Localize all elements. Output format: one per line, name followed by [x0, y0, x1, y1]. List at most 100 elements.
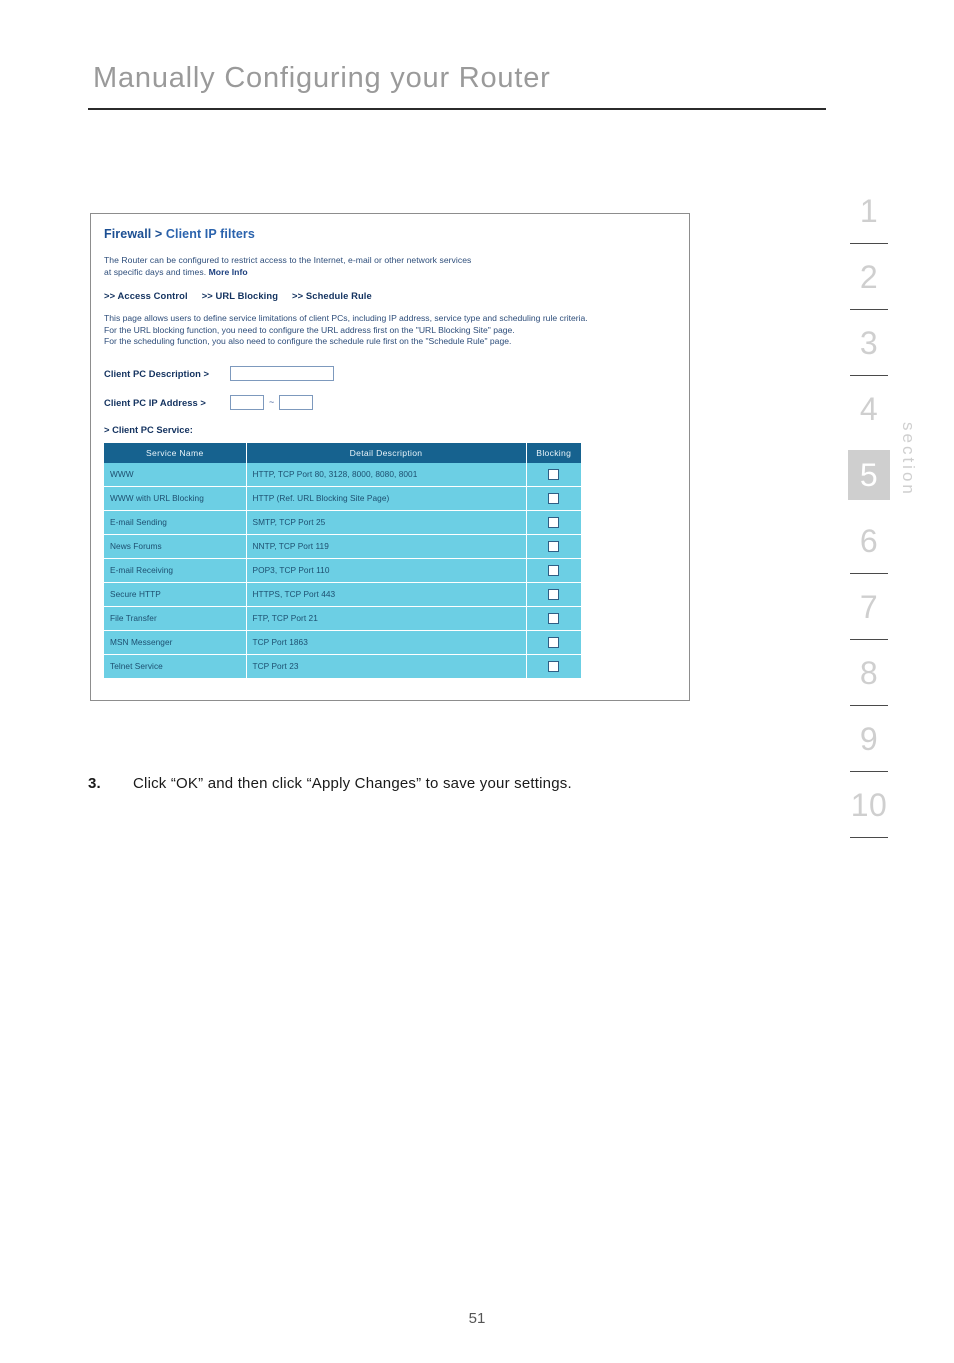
cell-service-name: News Forums — [104, 534, 247, 559]
blocking-checkbox[interactable] — [547, 589, 559, 601]
section-rail-item-6[interactable]: 6 — [848, 516, 890, 582]
section-rail-item-2[interactable]: 2 — [848, 252, 890, 318]
cell-blocking — [526, 462, 581, 487]
cell-service-name: Telnet Service — [104, 654, 247, 679]
section-rail-number: 5 — [848, 450, 890, 500]
breadcrumb: Firewall > Client IP filters — [104, 227, 673, 241]
column-header-blocking: Blocking — [526, 442, 581, 463]
cell-detail-description: FTP, TCP Port 21 — [246, 606, 527, 631]
cell-service-name: E-mail Receiving — [104, 558, 247, 583]
cell-service-name: WWW — [104, 462, 247, 487]
client-pc-description-input[interactable] — [230, 365, 334, 381]
cell-detail-description: TCP Port 1863 — [246, 630, 527, 655]
table-row: E-mail Sending SMTP, TCP Port 25 — [104, 510, 581, 535]
section-rail-divider — [850, 771, 888, 772]
section-rail-item-7[interactable]: 7 — [848, 582, 890, 648]
section-rail-divider — [850, 705, 888, 706]
section-rail-item-1[interactable]: 1 — [848, 186, 890, 252]
section-rail-divider — [850, 375, 888, 376]
breadcrumb-secondary: Client IP filters — [165, 227, 255, 241]
section-rail-number: 7 — [859, 589, 879, 625]
section-rail-number: 9 — [859, 721, 879, 757]
ip-range-separator: ~ — [269, 397, 275, 408]
intro-line-2: at specific days and times. — [104, 266, 209, 277]
nav-link-access-control[interactable]: >> Access Control — [104, 290, 188, 301]
cell-detail-description: HTTPS, TCP Port 443 — [246, 582, 527, 607]
section-rail-divider — [850, 573, 888, 574]
client-pc-description-row: Client PC Description > — [104, 365, 673, 381]
service-table: Service Name Detail Description Blocking… — [104, 442, 581, 679]
cell-detail-description: POP3, TCP Port 110 — [246, 558, 527, 583]
section-rail-number: 1 — [859, 193, 879, 229]
router-ui-screenshot: Firewall > Client IP filters The Router … — [90, 213, 690, 701]
cell-detail-description: HTTP, TCP Port 80, 3128, 8000, 8080, 800… — [246, 462, 527, 487]
breadcrumb-separator: > — [151, 227, 166, 241]
blocking-checkbox[interactable] — [547, 661, 559, 673]
cell-service-name: Secure HTTP — [104, 582, 247, 607]
blocking-checkbox[interactable] — [547, 541, 559, 553]
client-pc-ip-row: Client PC IP Address > ~ — [104, 394, 673, 410]
section-rail-divider — [850, 837, 888, 838]
cell-blocking — [526, 582, 581, 607]
section-rail-number: 4 — [859, 391, 879, 427]
section-rail-divider — [850, 309, 888, 310]
cell-detail-description: NNTP, TCP Port 119 — [246, 534, 527, 559]
description-line-1: This page allows users to define service… — [104, 313, 588, 324]
table-row: Secure HTTP HTTPS, TCP Port 443 — [104, 582, 581, 607]
table-row: News Forums NNTP, TCP Port 119 — [104, 534, 581, 559]
client-pc-ip-start-input[interactable] — [230, 394, 264, 410]
cell-detail-description: HTTP (Ref. URL Blocking Site Page) — [246, 486, 527, 511]
section-rail-number: 3 — [859, 325, 879, 361]
breadcrumb-primary[interactable]: Firewall — [104, 227, 151, 241]
table-row: E-mail Receiving POP3, TCP Port 110 — [104, 558, 581, 583]
section-rail-divider — [850, 639, 888, 640]
intro-line-1: The Router can be configured to restrict… — [104, 255, 472, 265]
cell-blocking — [526, 654, 581, 679]
cell-blocking — [526, 510, 581, 535]
client-pc-description-label: Client PC Description > — [104, 367, 210, 379]
page-title: Manually Configuring your Router — [93, 62, 551, 94]
blocking-checkbox[interactable] — [547, 637, 559, 649]
intro-paragraph: The Router can be configured to restrict… — [104, 255, 673, 278]
blocking-checkbox[interactable] — [547, 565, 559, 577]
section-rail-number: 6 — [859, 523, 879, 559]
section-rail-item-8[interactable]: 8 — [848, 648, 890, 714]
section-rail: 1 2 3 4 5 6 7 8 9 10 — [848, 186, 890, 846]
page-number: 51 — [468, 1310, 486, 1327]
section-rail-item-5[interactable]: 5 — [848, 450, 890, 516]
cell-blocking — [526, 534, 581, 559]
table-row: File Transfer FTP, TCP Port 21 — [104, 606, 581, 631]
client-pc-service-label: > Client PC Service: — [104, 423, 193, 435]
section-rail-item-4[interactable]: 4 — [848, 384, 890, 450]
client-pc-ip-label: Client PC IP Address > — [104, 396, 206, 408]
cell-blocking — [526, 558, 581, 583]
section-rail-label: section — [899, 422, 918, 497]
description-paragraph: This page allows users to define service… — [104, 313, 673, 348]
blocking-checkbox[interactable] — [547, 493, 559, 505]
section-rail-item-10[interactable]: 10 — [848, 780, 890, 846]
cell-service-name: File Transfer — [104, 606, 247, 631]
column-header-service-name: Service Name — [104, 442, 247, 463]
section-rail-number: 8 — [859, 655, 879, 691]
blocking-checkbox[interactable] — [547, 517, 559, 529]
more-info-link[interactable]: More Info — [209, 267, 248, 277]
section-rail-item-9[interactable]: 9 — [848, 714, 890, 780]
blocking-checkbox[interactable] — [547, 613, 559, 625]
section-rail-divider — [850, 243, 888, 244]
cell-detail-description: SMTP, TCP Port 25 — [246, 510, 527, 535]
cell-blocking — [526, 606, 581, 631]
cell-blocking — [526, 486, 581, 511]
blocking-checkbox[interactable] — [547, 469, 559, 481]
section-rail-number: 2 — [859, 259, 879, 295]
table-row: MSN Messenger TCP Port 1863 — [104, 630, 581, 655]
cell-blocking — [526, 630, 581, 655]
cell-service-name: WWW with URL Blocking — [104, 486, 247, 511]
nav-link-schedule-rule[interactable]: >> Schedule Rule — [292, 290, 372, 301]
client-pc-ip-end-input[interactable] — [279, 394, 314, 410]
sub-nav-links: >> Access Control >> URL Blocking >> Sched… — [104, 290, 673, 301]
nav-link-url-blocking[interactable]: >> URL Blocking — [202, 290, 278, 301]
section-rail-item-3[interactable]: 3 — [848, 318, 890, 384]
table-row: WWW with URL Blocking HTTP (Ref. URL Bloc… — [104, 486, 581, 511]
service-table-header-row: Service Name Detail Description Blocking — [104, 442, 581, 463]
cell-detail-description: TCP Port 23 — [246, 654, 527, 679]
